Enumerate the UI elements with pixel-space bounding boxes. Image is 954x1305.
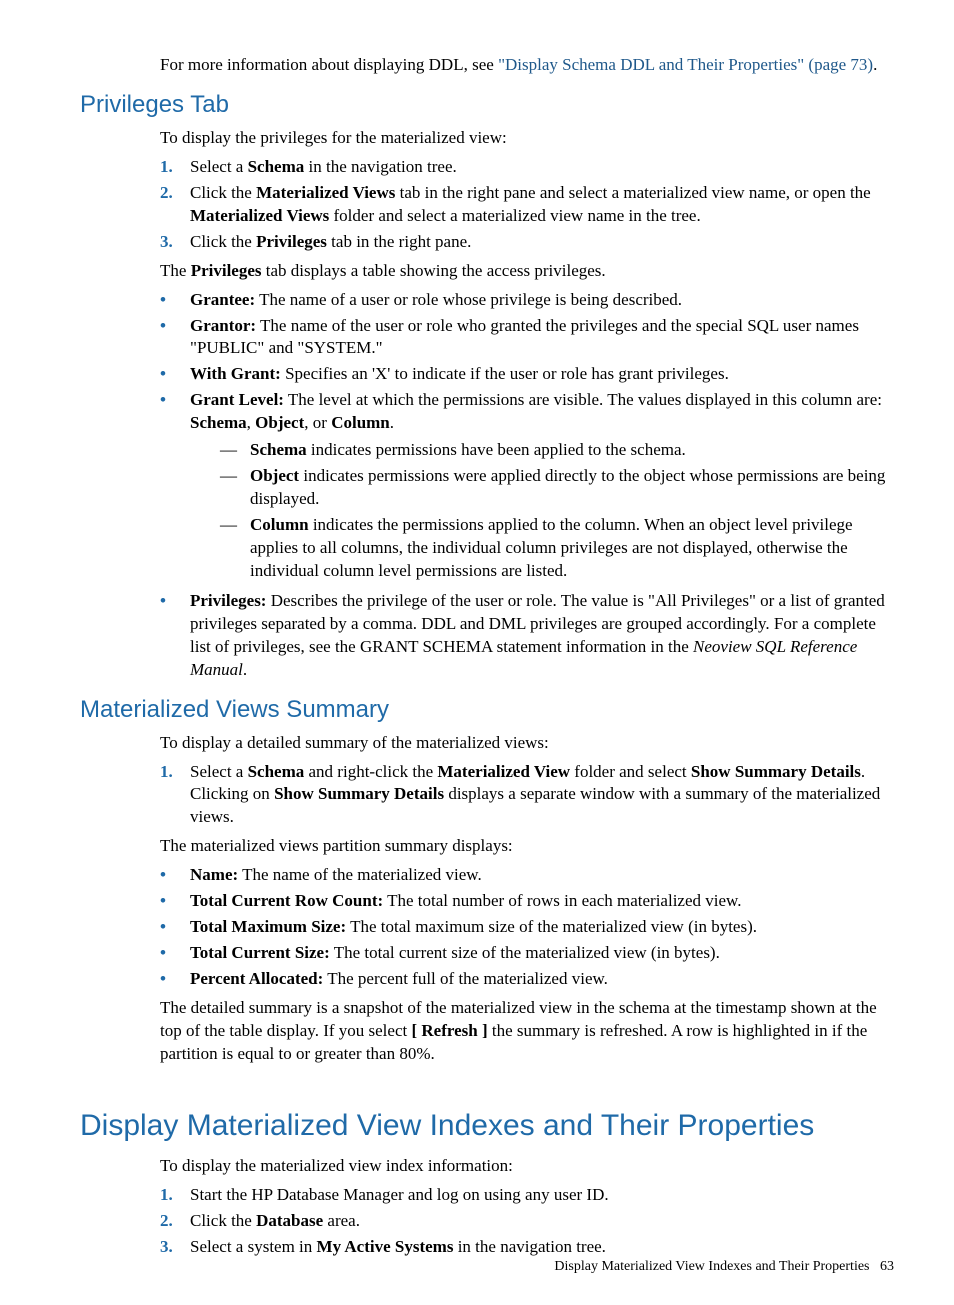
sub-text: Schema indicates permissions have been a… bbox=[250, 439, 686, 462]
list-item: 2. Click the Database area. bbox=[160, 1210, 894, 1233]
page-footer: Display Materialized View Indexes and Th… bbox=[554, 1259, 894, 1275]
bullet-text: Privileges: Describes the privilege of t… bbox=[190, 590, 894, 682]
sub-text: Object indicates permissions were applie… bbox=[250, 465, 894, 511]
step-number: 3. bbox=[160, 1236, 190, 1259]
list-item: 3. Select a system in My Active Systems … bbox=[160, 1236, 894, 1259]
privileges-after-steps: The Privileges tab displays a table show… bbox=[160, 260, 894, 283]
list-item: 1. Select a Schema in the navigation tre… bbox=[160, 156, 894, 179]
step-text: Click the Materialized Views tab in the … bbox=[190, 182, 894, 228]
footer-text: Display Materialized View Indexes and Th… bbox=[554, 1259, 869, 1274]
mv-summary-steps: 1. Select a Schema and right-click the M… bbox=[160, 761, 894, 830]
step-number: 2. bbox=[160, 182, 190, 228]
bullet-icon: • bbox=[160, 363, 190, 386]
mv-summary-after-step: The materialized views partition summary… bbox=[160, 835, 894, 858]
mv-indexes-steps: 1. Start the HP Database Manager and log… bbox=[160, 1184, 894, 1259]
mv-summary-fields: •Name: The name of the materialized view… bbox=[160, 864, 894, 991]
list-item: •Percent Allocated: The percent full of … bbox=[160, 968, 894, 991]
step-number: 1. bbox=[160, 156, 190, 179]
list-item: • Privileges: Describes the privilege of… bbox=[160, 590, 894, 682]
text: . bbox=[873, 55, 877, 74]
grant-level-sublist: —Schema indicates permissions have been … bbox=[220, 439, 894, 583]
page-number: 63 bbox=[880, 1259, 894, 1274]
list-item: • Grantee: The name of a user or role wh… bbox=[160, 289, 894, 312]
privileges-bullets: • Grantee: The name of a user or role wh… bbox=[160, 289, 894, 682]
step-text: Click the Privileges tab in the right pa… bbox=[190, 231, 471, 254]
list-item: •Total Current Size: The total current s… bbox=[160, 942, 894, 965]
step-number: 1. bbox=[160, 761, 190, 830]
step-text: Start the HP Database Manager and log on… bbox=[190, 1184, 609, 1207]
step-text: Select a Schema in the navigation tree. bbox=[190, 156, 457, 179]
bullet-icon: • bbox=[160, 890, 190, 913]
bullet-text: Total Maximum Size: The total maximum si… bbox=[190, 916, 757, 939]
text: For more information about displaying DD… bbox=[160, 55, 498, 74]
bullet-icon: • bbox=[160, 289, 190, 312]
content-area: For more information about displaying DD… bbox=[160, 54, 894, 1259]
bullet-text: Name: The name of the materialized view. bbox=[190, 864, 482, 887]
bullet-text: Total Current Row Count: The total numbe… bbox=[190, 890, 741, 913]
bullet-text: Total Current Size: The total current si… bbox=[190, 942, 720, 965]
bullet-text: Grantor: The name of the user or role wh… bbox=[190, 315, 894, 361]
sub-text: Column indicates the permissions applied… bbox=[250, 514, 894, 583]
step-number: 1. bbox=[160, 1184, 190, 1207]
list-item: •Name: The name of the materialized view… bbox=[160, 864, 894, 887]
mv-summary-trailer: The detailed summary is a snapshot of th… bbox=[160, 997, 894, 1066]
list-item: • Grant Level: The level at which the pe… bbox=[160, 389, 894, 587]
dash-icon: — bbox=[220, 439, 250, 462]
bullet-text: Percent Allocated: The percent full of t… bbox=[190, 968, 608, 991]
bullet-icon: • bbox=[160, 389, 190, 587]
ddl-more-info: For more information about displaying DD… bbox=[160, 54, 894, 77]
list-item: 3. Click the Privileges tab in the right… bbox=[160, 231, 894, 254]
mv-summary-heading: Materialized Views Summary bbox=[80, 696, 894, 724]
list-item: •Total Maximum Size: The total maximum s… bbox=[160, 916, 894, 939]
dash-icon: — bbox=[220, 465, 250, 511]
list-item: —Schema indicates permissions have been … bbox=[220, 439, 894, 462]
list-item: —Object indicates permissions were appli… bbox=[220, 465, 894, 511]
list-item: 1. Start the HP Database Manager and log… bbox=[160, 1184, 894, 1207]
privileges-lead: To display the privileges for the materi… bbox=[160, 127, 894, 150]
mv-summary-lead: To display a detailed summary of the mat… bbox=[160, 732, 894, 755]
step-number: 3. bbox=[160, 231, 190, 254]
privileges-tab-heading: Privileges Tab bbox=[80, 91, 894, 119]
bullet-icon: • bbox=[160, 968, 190, 991]
dash-icon: — bbox=[220, 514, 250, 583]
ddl-link[interactable]: "Display Schema DDL and Their Properties… bbox=[498, 55, 873, 74]
step-text: Click the Database area. bbox=[190, 1210, 360, 1233]
mv-indexes-heading: Display Materialized View Indexes and Th… bbox=[80, 1106, 894, 1145]
bullet-text: Grant Level: The level at which the perm… bbox=[190, 389, 894, 587]
list-item: •Total Current Row Count: The total numb… bbox=[160, 890, 894, 913]
list-item: 2. Click the Materialized Views tab in t… bbox=[160, 182, 894, 228]
step-text: Select a system in My Active Systems in … bbox=[190, 1236, 606, 1259]
list-item: • With Grant: Specifies an 'X' to indica… bbox=[160, 363, 894, 386]
list-item: 1. Select a Schema and right-click the M… bbox=[160, 761, 894, 830]
bullet-text: Grantee: The name of a user or role whos… bbox=[190, 289, 682, 312]
bullet-icon: • bbox=[160, 864, 190, 887]
mv-indexes-lead: To display the materialized view index i… bbox=[160, 1155, 894, 1178]
step-number: 2. bbox=[160, 1210, 190, 1233]
bullet-icon: • bbox=[160, 590, 190, 682]
bullet-icon: • bbox=[160, 916, 190, 939]
bullet-icon: • bbox=[160, 942, 190, 965]
list-item: • Grantor: The name of the user or role … bbox=[160, 315, 894, 361]
bullet-text: With Grant: Specifies an 'X' to indicate… bbox=[190, 363, 729, 386]
privileges-steps: 1. Select a Schema in the navigation tre… bbox=[160, 156, 894, 254]
page: For more information about displaying DD… bbox=[0, 0, 954, 1305]
step-text: Select a Schema and right-click the Mate… bbox=[190, 761, 894, 830]
bullet-icon: • bbox=[160, 315, 190, 361]
list-item: —Column indicates the permissions applie… bbox=[220, 514, 894, 583]
